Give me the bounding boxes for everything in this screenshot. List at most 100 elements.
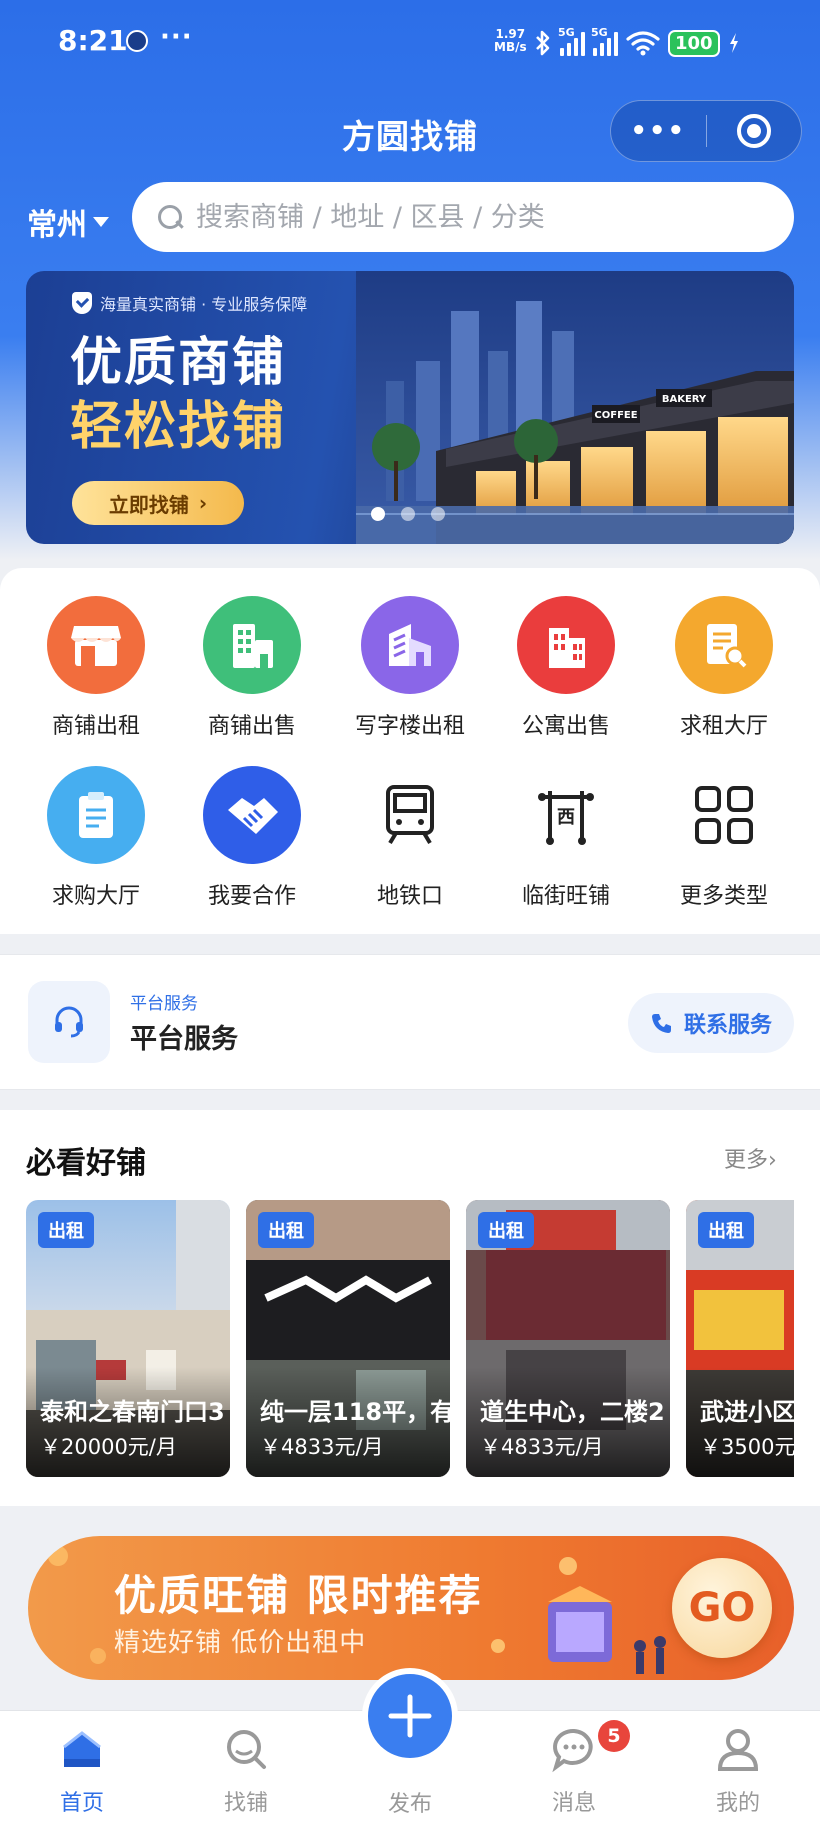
category-label: 公寓出售 [521, 714, 610, 739]
category-purchase-request-hall[interactable]: 求购大厅 [14, 766, 178, 910]
city-label: 常州 [27, 208, 87, 243]
handshake-icon [203, 766, 301, 864]
message-icon [552, 1728, 593, 1773]
pagination-dot-3[interactable] [431, 507, 445, 521]
banner-tagline-text: 海量真实商铺 · 专业服务保障 [100, 295, 308, 314]
category-shop-sale[interactable]: 商铺出售 [170, 596, 334, 740]
clipboard-icon [47, 766, 145, 864]
tab-label: 消息 [551, 1791, 596, 1816]
pagination-dot-1[interactable] [371, 507, 385, 521]
shield-icon [72, 292, 92, 314]
category-label: 商铺出售 [207, 714, 296, 739]
wifi-icon [626, 31, 660, 56]
category-street-shop[interactable]: 西 临街旺铺 [484, 766, 648, 910]
shop-name: 道生中心，二楼2 [480, 1398, 665, 1426]
shop-name: 武进小区 [700, 1398, 794, 1426]
hero-banner[interactable]: COFFEE BAKERY 海量真实商铺 · 专业服务保障 优质商铺 轻松找铺 … [26, 271, 794, 544]
capsule-more-button[interactable]: ••• [611, 116, 706, 146]
promo-subline: 精选好铺 低价出租中 [114, 1628, 367, 1658]
chevron-right-icon: › [768, 1148, 777, 1173]
tab-label: 我的 [715, 1791, 760, 1816]
street-shop-icon: 西 [517, 766, 615, 864]
capsule-close-button[interactable] [707, 114, 802, 148]
promo-banner[interactable]: 优质旺铺 限时推荐 精选好铺 低价出租中 GO [28, 1536, 794, 1680]
category-office-rent[interactable]: 写字楼出租 [328, 596, 492, 740]
search-icon [156, 203, 184, 231]
category-label: 地铁口 [376, 884, 443, 909]
subway-icon [361, 766, 459, 864]
tab-find[interactable]: 找铺 [186, 1725, 306, 1817]
contact-service-label: 联系服务 [683, 1013, 772, 1038]
tab-label: 找铺 [223, 1791, 268, 1816]
find-shop-now-button[interactable]: 立即找铺 › [72, 481, 244, 525]
find-shop-icon [227, 1730, 266, 1769]
shop-name: 纯一层118平，有 [260, 1398, 450, 1426]
category-label: 写字楼出租 [354, 714, 465, 739]
apartment-icon [517, 596, 615, 694]
search-input[interactable] [196, 201, 756, 233]
more-link[interactable]: 更多› [724, 1142, 777, 1174]
category-label: 求购大厅 [51, 884, 140, 909]
shop-name: 泰和之春南门口3 [40, 1398, 225, 1426]
signal-icon-2: 5G [591, 26, 618, 56]
banner-headline-1: 优质商铺 [70, 333, 287, 393]
rent-badge: 出租 [478, 1212, 534, 1248]
category-rent-request-hall[interactable]: 求租大厅 [642, 596, 806, 740]
tab-mine[interactable]: 我的 [678, 1725, 798, 1817]
shop-price: ￥20000元/月 [40, 1435, 177, 1459]
message-count-badge: 5 [598, 1720, 630, 1752]
city-storefront-illustration: COFFEE BAKERY [356, 271, 794, 544]
status-more-icon: ··· [160, 22, 193, 52]
shop-card[interactable]: 出租 泰和之春南门口3 ￥20000元/月 [26, 1200, 230, 1477]
home-icon [63, 1731, 101, 1767]
signal-tag-2: 5G [591, 26, 608, 39]
shop-icon [47, 596, 145, 694]
category-label: 我要合作 [207, 884, 296, 909]
category-shop-rent[interactable]: 商铺出租 [14, 596, 178, 740]
search-bar[interactable] [132, 182, 794, 252]
shop-card[interactable]: 出租 纯一层118平，有 ￥4833元/月 [246, 1200, 450, 1477]
promo-headline: 优质旺铺 限时推荐 [114, 1571, 483, 1620]
network-speed-unit: MB/s [494, 40, 527, 54]
publish-button[interactable] [362, 1668, 458, 1764]
close-target-icon [736, 114, 771, 148]
category-label: 求租大厅 [679, 714, 768, 739]
mini-program-capsule: ••• [610, 100, 802, 162]
grid-icon [675, 766, 773, 864]
more-label: 更多 [724, 1148, 769, 1173]
shop-price: ￥3500元 [700, 1435, 794, 1459]
phone-icon [651, 1014, 671, 1033]
category-subway[interactable]: 地铁口 [328, 766, 492, 910]
contact-service-button[interactable]: 联系服务 [628, 993, 794, 1053]
shop-card[interactable]: 出租 道生中心，二楼2 ￥4833元/月 [466, 1200, 670, 1477]
shop-price: ￥4833元/月 [480, 1435, 604, 1459]
battery-level: 100 [668, 29, 720, 57]
status-time: 8:21 [58, 24, 128, 57]
tab-label: 首页 [59, 1791, 104, 1816]
shop-price: ￥4833元/月 [260, 1435, 384, 1459]
banner-pagination [371, 507, 445, 521]
find-shop-now-label: 立即找铺 [108, 492, 189, 517]
category-cooperation[interactable]: 我要合作 [170, 766, 334, 910]
tab-home[interactable]: 首页 [22, 1725, 142, 1817]
office-icon [361, 596, 459, 694]
service-subtitle: 平台服务 [130, 994, 198, 1014]
status-icons: 5G 5G 100 [534, 26, 740, 60]
category-label: 临街旺铺 [521, 884, 610, 909]
building-icon [203, 596, 301, 694]
rent-badge: 出租 [698, 1212, 754, 1248]
category-more-types[interactable]: 更多类型 [642, 766, 806, 910]
promo-go-button[interactable]: GO [672, 1558, 772, 1658]
city-selector[interactable]: 常州 [27, 200, 109, 244]
user-icon [717, 1729, 759, 1771]
signal-icon-1: 5G [558, 26, 585, 56]
storefront-sign-coffee: COFFEE [594, 410, 637, 421]
platform-service-card: 平台服务 平台服务 联系服务 [0, 954, 820, 1090]
shop-card[interactable]: 出租 武进小区 ￥3500元 [686, 1200, 794, 1477]
category-apartment-sale[interactable]: 公寓出售 [484, 596, 648, 740]
pagination-dot-2[interactable] [401, 507, 415, 521]
section-title: 必看好铺 [26, 1146, 146, 1181]
headset-icon [28, 981, 110, 1063]
recommended-shops-section: 必看好铺 更多› 出租 泰和之春南门口3 ￥20000元/月 出租 纯一层118… [0, 1110, 820, 1506]
title-bar: 方圆找铺 ••• [0, 100, 820, 162]
